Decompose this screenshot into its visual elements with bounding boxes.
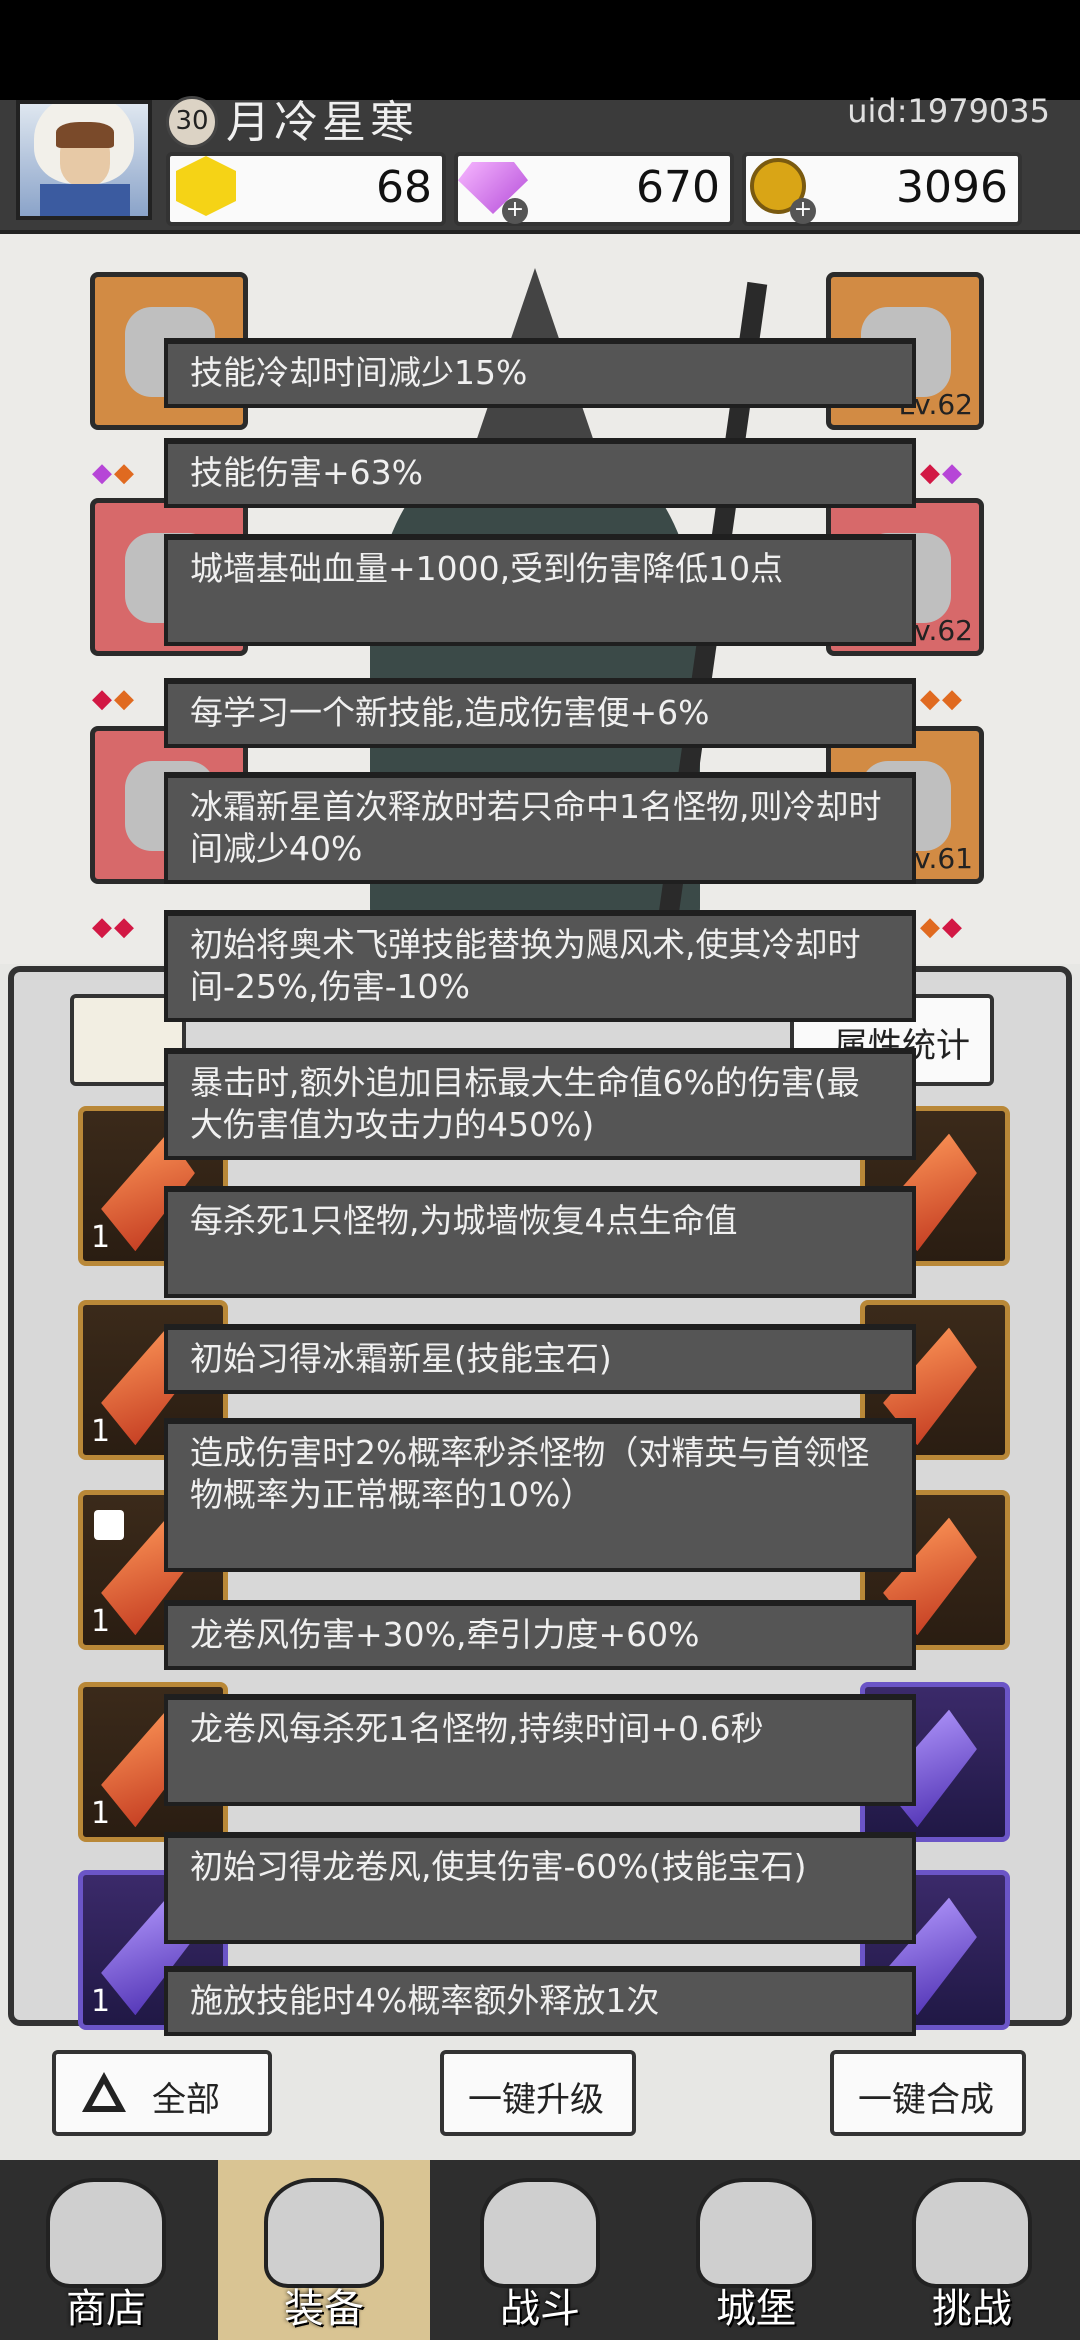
- castle-icon: [696, 2178, 816, 2288]
- filter-all-button[interactable]: 全部: [52, 2050, 272, 2136]
- diamond-counter[interactable]: + 670: [454, 152, 734, 226]
- tooltip-entry: 造成伤害时2%概率秒杀怪物（对精英与首领怪物概率为正常概率的10%）: [164, 1418, 916, 1572]
- nav-challenge-label: 挑战: [932, 2286, 1012, 2332]
- filter-triangle-icon: [82, 2072, 126, 2112]
- tooltip-entry: 初始习得龙卷风,使其伤害-60%(技能宝石): [164, 1832, 916, 1944]
- rarity-dots: ◆◆: [92, 912, 136, 942]
- tooltip-entry: 施放技能时4%概率额外释放1次: [164, 1966, 916, 2036]
- nav-challenge[interactable]: 挑战: [866, 2160, 1078, 2340]
- shop-icon: [46, 2178, 166, 2288]
- upgrade-all-label: 一键升级: [468, 2080, 604, 2120]
- diamond-value: 670: [636, 162, 720, 213]
- nav-castle-label: 城堡: [716, 2286, 796, 2332]
- skill-tooltip: 技能冷却时间减少15% 技能伤害+63% 城墙基础血量+1000,受到伤害降低1…: [164, 338, 916, 2036]
- nav-shop[interactable]: 商店: [0, 2160, 212, 2340]
- tooltip-entry: 龙卷风伤害+30%,牵引力度+60%: [164, 1600, 916, 1670]
- tooltip-entry: 技能伤害+63%: [164, 438, 916, 508]
- tooltip-entry: 城墙基础血量+1000,受到伤害降低10点: [164, 534, 916, 646]
- player-name: 月冷星寒: [226, 97, 418, 148]
- nav-equipment[interactable]: 装备: [218, 2160, 430, 2340]
- merge-all-button[interactable]: 一键合成: [830, 2050, 1026, 2136]
- rarity-dots: ◆◆: [92, 684, 136, 714]
- tooltip-entry: 龙卷风每杀死1名怪物,持续时间+0.6秒: [164, 1694, 916, 1806]
- lock-icon: [94, 1510, 124, 1540]
- player-level-badge: 30: [166, 96, 218, 148]
- tooltip-entry: 每杀死1只怪物,为城墙恢复4点生命值: [164, 1186, 916, 1298]
- status-bar: [0, 0, 1080, 100]
- item-count: 1: [91, 1220, 111, 1255]
- tooltip-entry: 技能冷却时间减少15%: [164, 338, 916, 408]
- upgrade-all-button[interactable]: 一键升级: [440, 2050, 636, 2136]
- nav-shop-label: 商店: [66, 2286, 146, 2332]
- tooltip-entry: 冰霜新星首次释放时若只命中1名怪物,则冷却时间减少40%: [164, 772, 916, 884]
- nav-battle-label: 战斗: [500, 2286, 580, 2332]
- gold-crystal-counter: 68: [166, 152, 446, 226]
- merge-all-label: 一键合成: [858, 2080, 994, 2120]
- item-count: 1: [91, 1984, 111, 2019]
- crossed-swords-icon: [480, 2178, 600, 2288]
- item-count: 1: [91, 1414, 111, 1449]
- nav-equipment-label: 装备: [284, 2286, 364, 2332]
- backpack-icon: [264, 2178, 384, 2288]
- item-count: 1: [91, 1796, 111, 1831]
- tooltip-entry: 每学习一个新技能,造成伤害便+6%: [164, 678, 916, 748]
- rarity-dots: ◆◆: [920, 458, 964, 488]
- yellow-gem-icon: [176, 156, 236, 216]
- coin-counter[interactable]: + 3096: [742, 152, 1022, 226]
- player-avatar[interactable]: [16, 100, 152, 220]
- coin-value: 3096: [896, 162, 1008, 213]
- tooltip-entry: 初始将奥术飞弹技能替换为飓风术,使其冷却时间-25%,伤害-10%: [164, 910, 916, 1022]
- rarity-dots: ◆◆: [92, 458, 136, 488]
- tooltip-entry: 暴击时,额外追加目标最大生命值6%的伤害(最大伤害值为攻击力的450%): [164, 1048, 916, 1160]
- nav-castle[interactable]: 城堡: [650, 2160, 862, 2340]
- add-coin-icon[interactable]: +: [790, 198, 816, 224]
- filter-all-label: 全部: [152, 2080, 220, 2120]
- item-count: 1: [91, 1604, 111, 1639]
- rarity-dots: ◆◆: [920, 912, 964, 942]
- shield-icon: [912, 2178, 1032, 2288]
- gold-crystal-value: 68: [376, 162, 432, 213]
- nav-battle[interactable]: 战斗: [434, 2160, 646, 2340]
- add-diamond-icon[interactable]: +: [502, 198, 528, 224]
- rarity-dots: ◆◆: [920, 684, 964, 714]
- player-uid: uid:1979035: [847, 92, 1050, 130]
- tooltip-entry: 初始习得冰霜新星(技能宝石): [164, 1324, 916, 1394]
